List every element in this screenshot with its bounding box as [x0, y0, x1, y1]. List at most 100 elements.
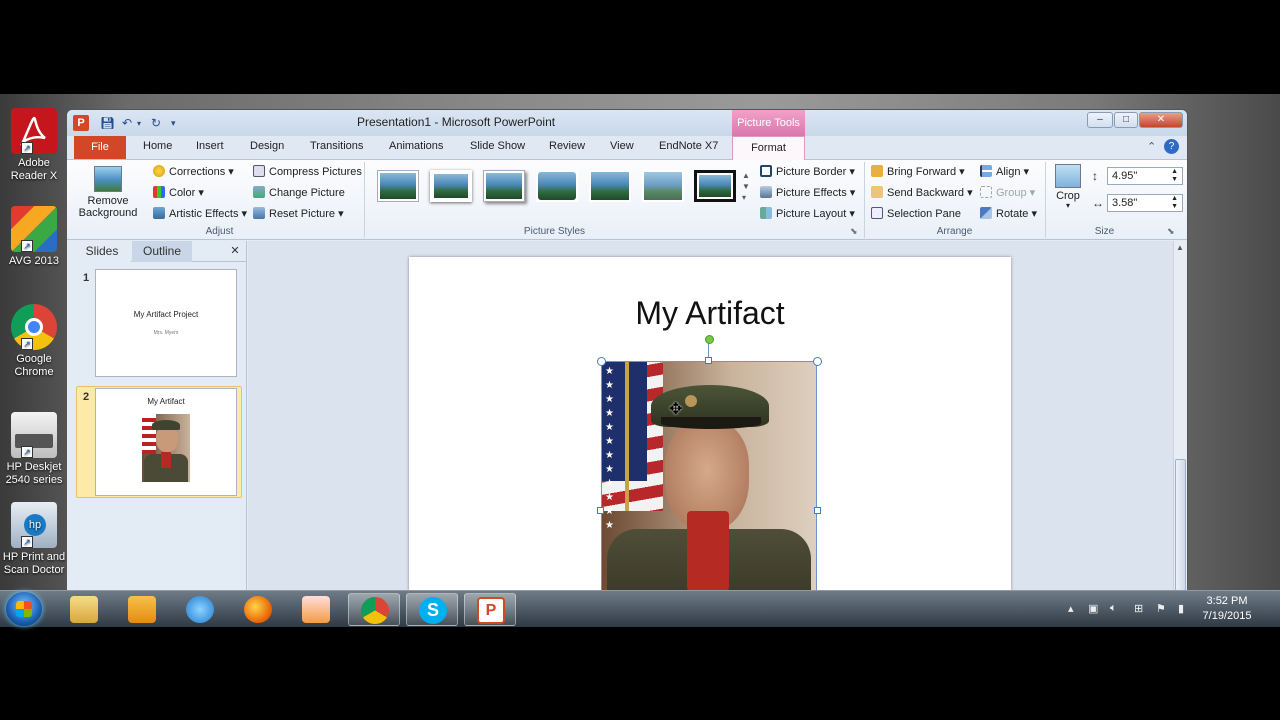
- taskbar-powerpoint[interactable]: P: [464, 593, 516, 626]
- rotation-handle[interactable]: [705, 335, 714, 344]
- tray-flag-icon[interactable]: ⚑: [1156, 602, 1166, 615]
- tab-view[interactable]: View: [610, 140, 634, 152]
- picture-style-4[interactable]: [536, 170, 578, 202]
- change-picture-button[interactable]: Change Picture: [253, 186, 345, 199]
- taskbar-chrome[interactable]: [348, 593, 400, 626]
- size-dialog-launcher-icon[interactable]: ⬊: [1167, 226, 1175, 237]
- show-hidden-icons[interactable]: ▴: [1068, 602, 1074, 615]
- picture-style-3[interactable]: [483, 170, 525, 202]
- close-button[interactable]: ✕: [1139, 112, 1183, 128]
- crop-button[interactable]: Crop ▾: [1051, 164, 1085, 210]
- powerpoint-app-icon[interactable]: P: [73, 115, 89, 131]
- tray-network-icon[interactable]: ▮: [1178, 602, 1184, 615]
- minimize-button[interactable]: ‒: [1087, 112, 1113, 128]
- picture-effects-icon: [760, 186, 772, 198]
- resize-handle-top[interactable]: [705, 357, 712, 364]
- compress-pictures-button[interactable]: Compress Pictures: [253, 165, 362, 178]
- clock-date: 7/19/2015: [1202, 610, 1252, 622]
- start-button[interactable]: [6, 592, 42, 626]
- reset-picture-button[interactable]: Reset Picture ▾: [253, 207, 344, 220]
- save-icon[interactable]: 💾︎: [100, 116, 115, 130]
- maximize-button[interactable]: □: [1114, 112, 1138, 128]
- picture-style-5[interactable]: [589, 170, 631, 202]
- customize-qat-icon[interactable]: ▾: [171, 118, 176, 129]
- selection-pane-button[interactable]: Selection Pane: [871, 207, 961, 220]
- bring-forward-button[interactable]: Bring Forward ▾: [871, 165, 965, 178]
- undo-icon[interactable]: ↶: [122, 116, 132, 130]
- tab-design[interactable]: Design: [250, 140, 284, 152]
- tab-transitions[interactable]: Transitions: [310, 140, 363, 152]
- taskbar-media-player[interactable]: [290, 593, 342, 626]
- explorer-icon: [70, 596, 98, 623]
- picture-styles-dialog-launcher-icon[interactable]: ⬊: [850, 226, 858, 237]
- tab-file[interactable]: File: [74, 136, 126, 159]
- corrections-label: Corrections: [169, 166, 226, 178]
- rotate-button[interactable]: Rotate ▾: [980, 207, 1037, 220]
- tab-slide-show[interactable]: Slide Show: [470, 140, 525, 152]
- picture-layout-button[interactable]: Picture Layout ▾: [760, 207, 855, 220]
- taskbar-internet-explorer[interactable]: [174, 593, 226, 626]
- redo-icon[interactable]: ↻: [151, 116, 161, 130]
- tab-review[interactable]: Review: [549, 140, 585, 152]
- remove-background-button[interactable]: Remove Background: [77, 166, 139, 219]
- vertical-scrollbar[interactable]: ▲: [1173, 241, 1187, 591]
- height-input[interactable]: 4.95" ▲ ▼: [1107, 167, 1183, 185]
- desktop-icon-hp-doctor[interactable]: hp ↗ HP Print and Scan Doctor: [0, 502, 68, 577]
- taskbar-firefox[interactable]: [232, 593, 284, 626]
- picture-style-7[interactable]: [694, 170, 736, 202]
- artistic-effects-button[interactable]: Artistic Effects ▾: [153, 207, 247, 220]
- width-input[interactable]: 3.58" ▲ ▼: [1107, 194, 1183, 212]
- tab-endnote[interactable]: EndNote X7: [659, 140, 718, 152]
- taskbar-explorer[interactable]: [58, 593, 110, 626]
- desktop-icon-avg[interactable]: ↗ AVG 2013: [0, 206, 68, 268]
- resize-handle-top-left[interactable]: [597, 357, 606, 366]
- align-label: Align: [996, 166, 1021, 178]
- system-clock[interactable]: 3:52 PM 7/19/2015: [1192, 594, 1262, 624]
- picture-style-6[interactable]: [642, 170, 684, 202]
- desktop-icon-chrome[interactable]: ↗ Google Chrome: [0, 304, 68, 379]
- desktop-icon-adobe-reader[interactable]: ↗ Adobe Reader X: [0, 108, 68, 183]
- resize-handle-left[interactable]: [597, 507, 604, 514]
- help-icon[interactable]: ?: [1164, 139, 1179, 154]
- taskbar-outlook[interactable]: [116, 593, 168, 626]
- corrections-button[interactable]: Corrections ▾: [153, 165, 234, 178]
- slide-thumbnail-2[interactable]: My Artifact: [95, 388, 237, 496]
- tab-format[interactable]: Format: [732, 136, 805, 161]
- tray-volume-icon[interactable]: 🔈︎: [1110, 602, 1117, 615]
- picture-style-1[interactable]: [377, 170, 419, 202]
- picture-style-2[interactable]: [430, 170, 472, 202]
- scroll-up-icon[interactable]: ▲: [1176, 243, 1184, 252]
- resize-handle-right[interactable]: [814, 507, 821, 514]
- tray-windows-icon[interactable]: ⊞: [1134, 602, 1143, 615]
- height-spinner-icon[interactable]: ▲ ▼: [1171, 168, 1178, 184]
- resize-handle-top-right[interactable]: [813, 357, 822, 366]
- slide-thumbnail-1[interactable]: My Artifact Project Mrs. Myers: [95, 269, 237, 377]
- minimize-ribbon-icon[interactable]: ⌃: [1147, 140, 1156, 153]
- picture-border-button[interactable]: Picture Border ▾: [760, 165, 855, 178]
- tab-slides[interactable]: Slides: [73, 241, 131, 262]
- tray-usb-icon[interactable]: ▣: [1088, 602, 1098, 615]
- picture-styles-group-label: Picture Styles: [523, 226, 586, 237]
- desktop-icon-label: HP Deskjet 2540 series: [5, 461, 63, 486]
- desktop-icon-hp-deskjet[interactable]: ↗ HP Deskjet 2540 series: [0, 412, 68, 487]
- align-button[interactable]: Align ▾: [980, 165, 1029, 178]
- tab-home[interactable]: Home: [143, 140, 172, 152]
- change-picture-label: Change Picture: [269, 187, 345, 199]
- close-pane-icon[interactable]: ✕: [227, 241, 243, 262]
- undo-dropdown-icon[interactable]: ▾: [137, 119, 141, 128]
- taskbar-skype[interactable]: S: [406, 593, 458, 626]
- group-button[interactable]: Group ▾: [980, 186, 1035, 199]
- chrome-taskbar-icon: [361, 597, 389, 624]
- color-button[interactable]: Color ▾: [153, 186, 204, 199]
- picture-styles-gallery-scroll[interactable]: ▲ ▼ ▾: [742, 170, 750, 203]
- slide-title[interactable]: My Artifact: [409, 295, 1011, 332]
- width-spinner-icon[interactable]: ▲ ▼: [1171, 195, 1178, 211]
- tab-animations[interactable]: Animations: [389, 140, 443, 152]
- slide-canvas[interactable]: My Artifact ★ ★ ★ ★ ★ ★ ★ ★ ★ ★ ★ ★ ✥: [409, 257, 1011, 601]
- tab-outline[interactable]: Outline: [132, 241, 192, 262]
- scrollbar-thumb[interactable]: [1175, 459, 1186, 591]
- send-backward-button[interactable]: Send Backward ▾: [871, 186, 973, 199]
- picture-effects-button[interactable]: Picture Effects ▾: [760, 186, 855, 199]
- skype-icon: S: [419, 597, 447, 624]
- tab-insert[interactable]: Insert: [196, 140, 224, 152]
